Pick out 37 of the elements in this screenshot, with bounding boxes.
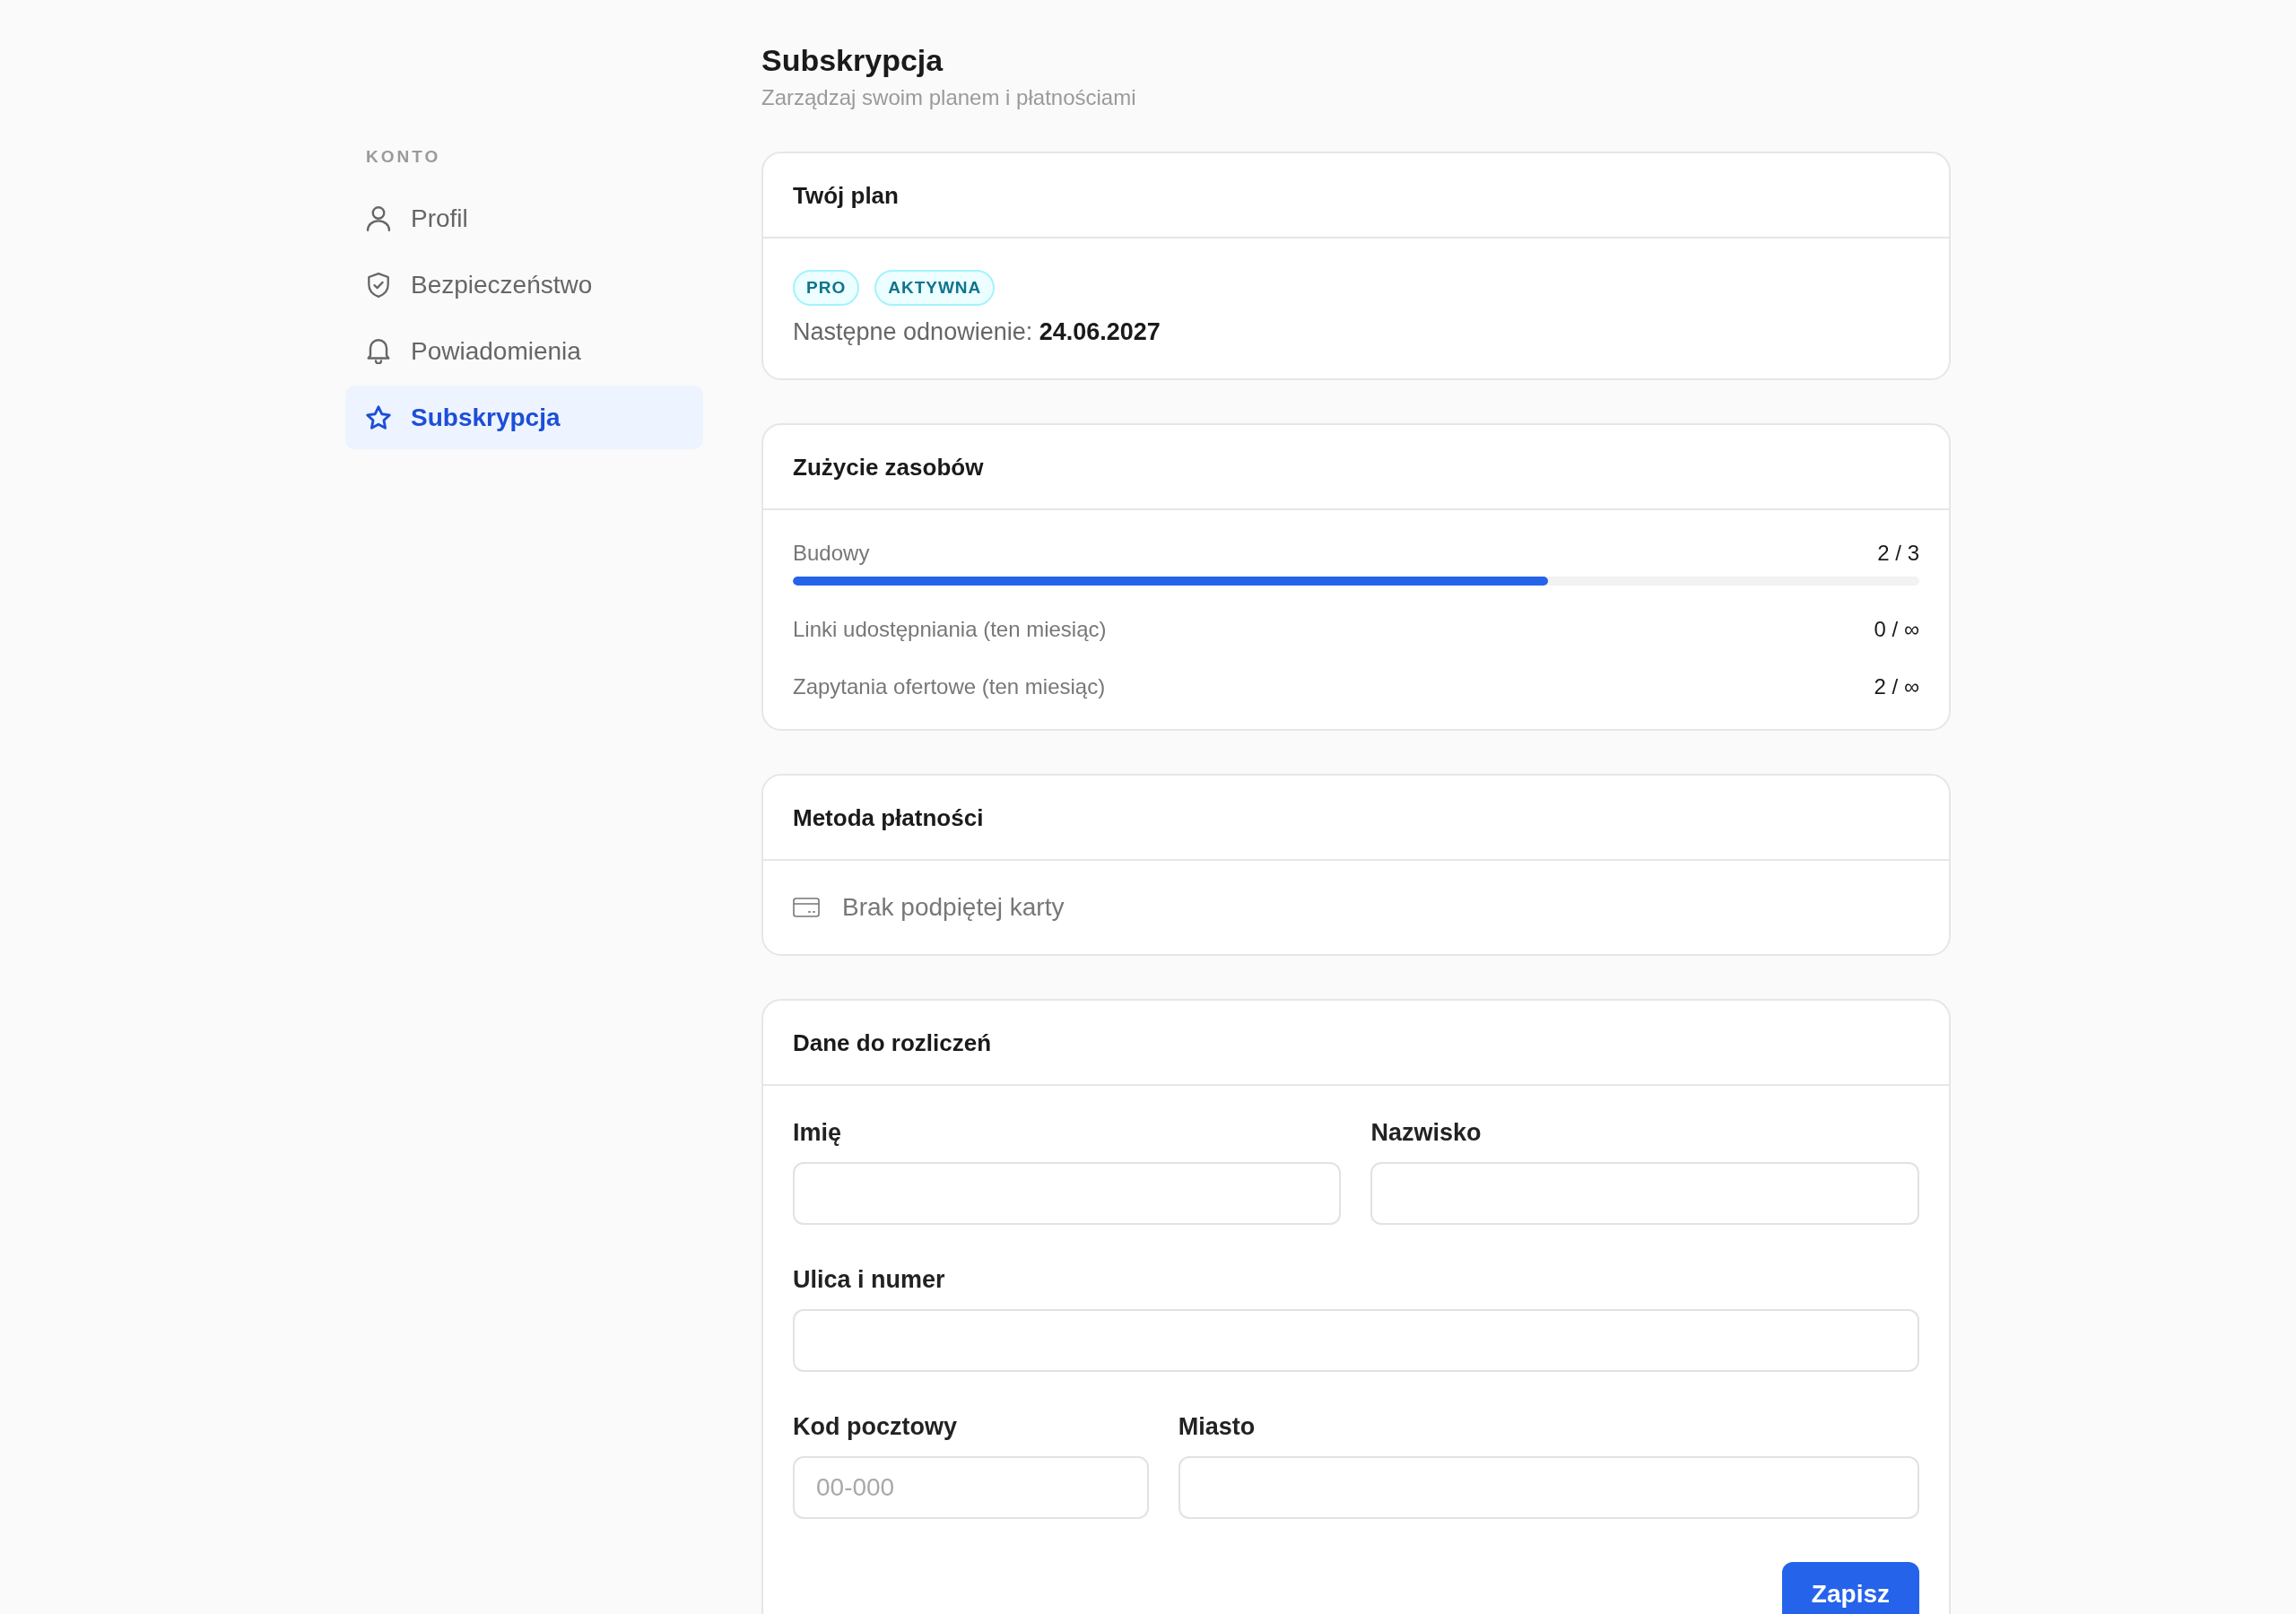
input-field[interactable] [793, 1309, 1919, 1372]
usage-label: Zapytania ofertowe (ten miesiąc) [793, 673, 1106, 700]
field-label: Miasto [1178, 1412, 1256, 1442]
field-label: Ulica i numer [793, 1265, 945, 1295]
empty-payment-text: Brak podpiętej karty [842, 892, 1065, 923]
plan-badge: AKTYWNA [874, 270, 996, 306]
plan-badge: PRO [793, 270, 860, 306]
credit-card-icon [793, 898, 820, 917]
field-label: Imię [793, 1118, 842, 1148]
shield-check-icon [366, 272, 391, 298]
page-title: Subskrypcja [761, 42, 944, 79]
input-field[interactable]: 00-000 [793, 1456, 1149, 1519]
section-label: KONTO [365, 146, 442, 168]
page-subtitle: Zarządzaj swoim planem i płatnościami [761, 84, 1136, 111]
usage-value: 2 / ∞ [1874, 673, 1919, 700]
user-icon [366, 205, 391, 231]
bell-icon [366, 338, 391, 364]
input-field[interactable] [1178, 1456, 1919, 1519]
field-label: Kod pocztowy [793, 1412, 957, 1442]
card-title: Metoda płatności [793, 803, 984, 832]
usage-value: 2 / 3 [1877, 540, 1919, 567]
usage-label: Budowy [793, 540, 870, 567]
star-icon [366, 404, 391, 430]
card-title: Zużycie zasobów [793, 453, 984, 482]
card-title: Dane do rozliczeń [793, 1028, 992, 1057]
sidebar-item[interactable]: Profil [345, 187, 703, 250]
input-field[interactable] [793, 1162, 1342, 1225]
input-field[interactable] [1370, 1162, 1919, 1225]
renewal-text: Następne odnowienie: 24.06.2027 [793, 317, 1161, 347]
usage-label: Linki udostępniania (ten miesiąc) [793, 616, 1107, 643]
sidebar-item[interactable]: Subskrypcja [345, 386, 703, 449]
usage-value: 0 / ∞ [1874, 616, 1919, 643]
save-button[interactable]: Zapisz [1781, 1562, 1919, 1614]
sidebar-item[interactable]: Powiadomienia [345, 319, 703, 383]
field-label: Nazwisko [1370, 1118, 1482, 1148]
sidebar-item[interactable]: Bezpieczeństwo [345, 253, 703, 317]
card-title: Twój plan [793, 181, 899, 210]
